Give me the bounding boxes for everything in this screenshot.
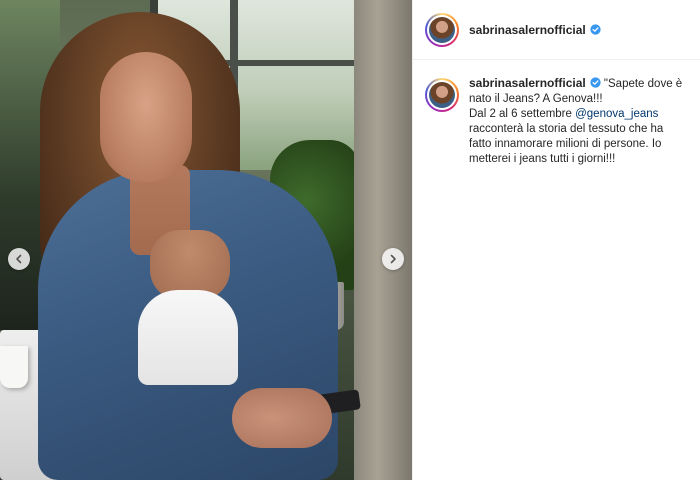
carousel-prev-button[interactable] <box>8 248 30 270</box>
caption-username[interactable]: sabrinasalernofficial <box>469 76 586 90</box>
post-photo[interactable] <box>0 0 412 480</box>
verified-badge-icon <box>590 77 601 88</box>
chevron-right-icon <box>390 254 396 264</box>
caption-avatar[interactable] <box>425 78 459 112</box>
caption-line-2-suffix: racconterà la storia del tessuto che ha … <box>469 123 664 165</box>
verified-badge-icon <box>590 24 601 35</box>
caption-line-2-prefix: Dal 2 al 6 settembre <box>469 108 576 120</box>
chevron-left-icon <box>16 254 22 264</box>
caption-text: sabrinasalernofficial "Sapete dove è nat… <box>469 76 688 167</box>
header-username[interactable]: sabrinasalernofficial <box>469 23 586 37</box>
avatar[interactable] <box>425 12 459 47</box>
instagram-post: sabrinasalernofficial sabrinasalernoffic… <box>0 0 700 480</box>
post-header: sabrinasalernofficial <box>413 0 700 60</box>
post-caption: sabrinasalernofficial "Sapete dove è nat… <box>413 60 700 167</box>
post-sidebar: sabrinasalernofficial sabrinasalernoffic… <box>412 0 700 480</box>
mention-link[interactable]: @genova_jeans <box>575 108 658 120</box>
carousel-next-button[interactable] <box>382 248 404 270</box>
